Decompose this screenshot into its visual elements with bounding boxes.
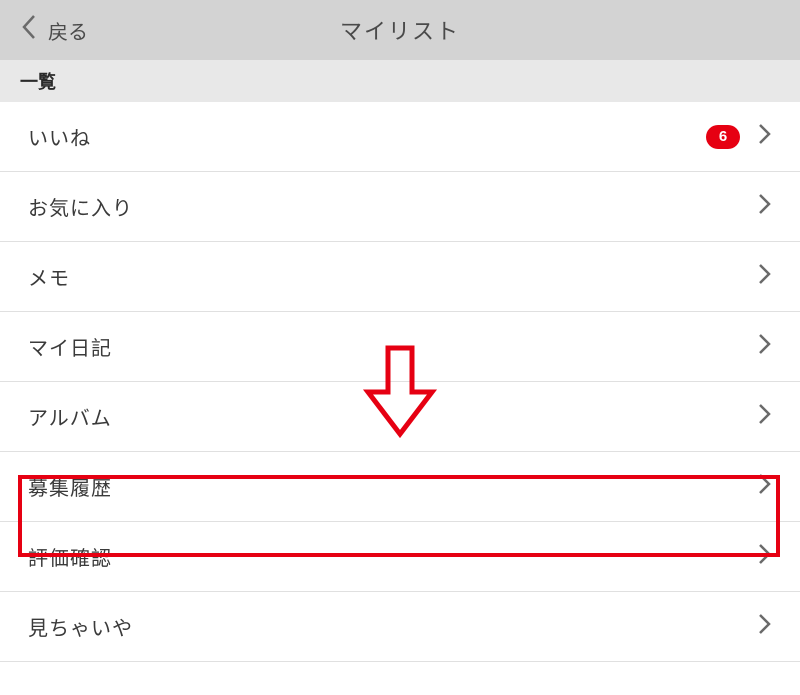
chevron-right-icon bbox=[758, 542, 772, 571]
list-item-label: 見ちゃいや bbox=[28, 612, 133, 641]
section-header: 一覧 bbox=[0, 60, 800, 102]
chevron-right-icon bbox=[758, 612, 772, 641]
list-item-label: お気に入り bbox=[28, 192, 133, 221]
list-item-right bbox=[758, 192, 772, 221]
list-item-right bbox=[758, 402, 772, 431]
list-item-label: 募集履歴 bbox=[28, 472, 112, 501]
list-item-favorites[interactable]: お気に入り bbox=[0, 172, 800, 242]
chevron-right-icon bbox=[758, 192, 772, 221]
list-item-right bbox=[758, 612, 772, 641]
header: 戻る マイリスト bbox=[0, 0, 800, 60]
list-item-memo[interactable]: メモ bbox=[0, 242, 800, 312]
back-button[interactable]: 戻る bbox=[20, 13, 88, 47]
list: いいね 6 お気に入り メモ マイ日記 bbox=[0, 102, 800, 662]
list-item-right bbox=[758, 542, 772, 571]
list-item-label: マイ日記 bbox=[28, 332, 112, 361]
badge: 6 bbox=[706, 125, 740, 149]
list-item-right bbox=[758, 262, 772, 291]
list-item-my-diary[interactable]: マイ日記 bbox=[0, 312, 800, 382]
chevron-right-icon bbox=[758, 472, 772, 501]
list-item-right bbox=[758, 472, 772, 501]
list-item-michaiya[interactable]: 見ちゃいや bbox=[0, 592, 800, 662]
chevron-right-icon bbox=[758, 402, 772, 431]
list-item-rating-check[interactable]: 評価確認 bbox=[0, 522, 800, 592]
list-item-likes[interactable]: いいね 6 bbox=[0, 102, 800, 172]
list-item-label: いいね bbox=[28, 122, 91, 151]
back-label: 戻る bbox=[48, 16, 88, 45]
chevron-right-icon bbox=[758, 332, 772, 361]
chevron-right-icon bbox=[758, 262, 772, 291]
list-item-album[interactable]: アルバム bbox=[0, 382, 800, 452]
list-item-label: アルバム bbox=[28, 402, 112, 431]
chevron-left-icon bbox=[20, 13, 38, 47]
list-item-recruit-history[interactable]: 募集履歴 bbox=[0, 452, 800, 522]
list-item-right bbox=[758, 332, 772, 361]
chevron-right-icon bbox=[758, 122, 772, 151]
page-title: マイリスト bbox=[340, 14, 460, 46]
list-item-label: メモ bbox=[28, 262, 70, 291]
list-item-right: 6 bbox=[706, 122, 772, 151]
list-item-label: 評価確認 bbox=[28, 542, 112, 571]
